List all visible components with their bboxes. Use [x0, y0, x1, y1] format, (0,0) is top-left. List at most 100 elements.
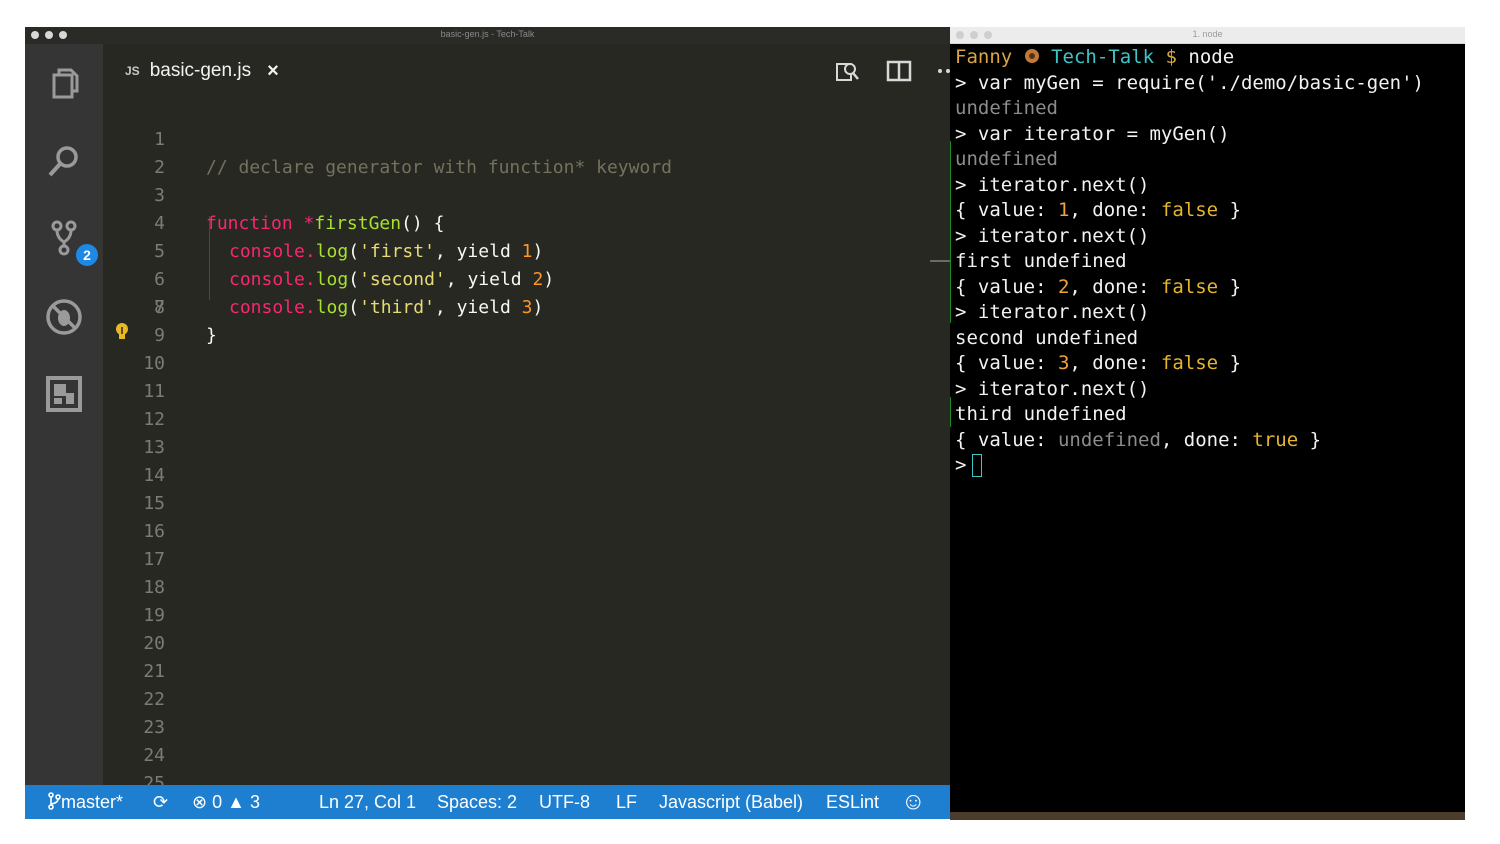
change-marker	[950, 141, 951, 323]
line-number: 12	[143, 409, 165, 430]
output-number: 1	[1057, 199, 1070, 221]
generator-star: *	[292, 213, 315, 234]
terminal-line: { value: 1, done: false }	[955, 198, 1460, 224]
code-text: , yield	[445, 269, 533, 290]
output-boolean: false	[1160, 352, 1219, 374]
output-text: { value:	[955, 352, 1058, 374]
prompt-symbol: $	[1165, 46, 1177, 68]
problems-status[interactable]: ⊗ 0 ▲ 3	[192, 792, 260, 813]
punctuation: (	[348, 297, 360, 318]
terminal-line: > var myGen = require('./demo/basic-gen'…	[955, 71, 1424, 94]
vscode-titlebar: basic-gen.js - Tech-Talk	[25, 27, 950, 44]
extensions-icon[interactable]	[41, 371, 87, 417]
open-changes-icon[interactable]	[835, 58, 861, 84]
method-name: log	[315, 297, 349, 318]
sync-icon[interactable]: ⟳	[153, 792, 168, 813]
prompt-emoji-icon	[1024, 49, 1039, 63]
error-icon: ⊗	[192, 792, 208, 812]
code-line: 5 console.log('second', yield 2)	[103, 210, 554, 290]
code-text: console.log('second', yield 2)	[229, 266, 554, 294]
code-text: console.log('first', yield 1)	[229, 238, 543, 266]
identifier: console	[229, 241, 305, 262]
output-number: 2	[1057, 275, 1070, 298]
output-text: , done:	[1069, 275, 1161, 298]
code-text: }	[206, 325, 217, 346]
terminal-titlebar: 1. node	[950, 27, 1465, 44]
split-editor-icon[interactable]	[886, 58, 912, 84]
punctuation: .	[304, 297, 316, 318]
terminal-line: first undefined	[955, 250, 1127, 272]
output-boolean: false	[1160, 275, 1219, 298]
code-line: 4 console.log('first', yield 1)	[103, 182, 543, 262]
output-text: { value:	[955, 275, 1058, 298]
punctuation: () {	[401, 213, 445, 234]
string-literal: 'second'	[359, 269, 446, 290]
code-line: 2	[103, 126, 190, 178]
linter-status[interactable]: ESLint	[826, 792, 879, 813]
more-actions-icon[interactable]	[935, 58, 950, 84]
line-number: 16	[143, 521, 165, 542]
branch-status[interactable]: master*	[47, 792, 123, 813]
function-name: firstGen	[314, 213, 402, 234]
language-mode[interactable]: Javascript (Babel)	[659, 792, 803, 813]
terminal-line: > var iterator = myGen()	[955, 122, 1230, 145]
output-undefined: undefined	[1057, 428, 1161, 451]
terminal-line: third undefined	[955, 403, 1127, 425]
vscode-window: basic-gen.js - Tech-Talk 2 JS basic-gen.…	[25, 27, 950, 819]
code-line: 6 console.log('third', yield 3)	[103, 238, 543, 318]
terminal-line: > iterator.next()	[955, 173, 1150, 196]
search-icon[interactable]	[41, 139, 87, 185]
window-title: basic-gen.js - Tech-Talk	[440, 29, 535, 39]
terminal-line: { value: undefined, done: true }	[955, 428, 1460, 454]
method-name: log	[315, 269, 349, 290]
warning-icon: ▲	[227, 792, 245, 812]
number-literal: 1	[521, 241, 533, 262]
line-number: 13	[143, 437, 165, 458]
output-text: }	[1218, 352, 1242, 374]
explorer-icon[interactable]	[41, 61, 87, 107]
code-line: 1 // declare generator with function* ke…	[103, 98, 672, 178]
terminal-output[interactable]: Fanny Tech-Talk $ node > var myGen = req…	[950, 45, 1460, 479]
terminal-line: undefined	[955, 148, 1058, 170]
debug-icon[interactable]	[41, 294, 87, 340]
terminal-cursor	[972, 454, 983, 477]
line-number: 22	[143, 689, 165, 710]
terminal-input-line[interactable]: >	[955, 453, 1460, 479]
output-text: }	[1298, 428, 1322, 451]
cursor-position[interactable]: Ln 27, Col 1	[319, 792, 416, 813]
code-text: console.log('third', yield 3)	[229, 294, 543, 322]
terminal-line: second undefined	[955, 326, 1139, 349]
punctuation: .	[304, 241, 316, 262]
line-number: 8	[154, 297, 165, 318]
indentation-status[interactable]: Spaces: 2	[437, 792, 517, 813]
identifier: console	[229, 269, 305, 290]
encoding-status[interactable]: UTF-8	[539, 792, 590, 813]
feedback-smiley-icon[interactable]: ☺	[901, 788, 926, 816]
eol-status[interactable]: LF	[616, 792, 637, 813]
terminal-line: > iterator.next()	[955, 377, 1150, 400]
prompt-line: Fanny Tech-Talk $ node	[955, 45, 1460, 71]
git-branch-icon	[48, 792, 61, 810]
line-number: 9	[154, 325, 165, 346]
terminal-line: > iterator.next()	[955, 301, 1150, 323]
terminal-line: undefined	[955, 97, 1058, 119]
tab-label: basic-gen.js	[149, 60, 252, 81]
output-text: , done:	[1069, 352, 1161, 374]
code-editor[interactable]: 1 // declare generator with function* ke…	[103, 98, 950, 788]
punctuation: )	[532, 297, 544, 318]
prompt-command: node	[1188, 46, 1235, 68]
output-text: { value:	[955, 428, 1058, 451]
status-bar: master* ⟳ ⊗ 0 ▲ 3 Ln 27, Col 1 Spaces: 2…	[25, 785, 950, 819]
terminal-window: 1. node Fanny Tech-Talk $ node > var myG…	[950, 27, 1465, 819]
tab-basic-gen[interactable]: JS basic-gen.js ×	[125, 56, 279, 86]
output-text: }	[1218, 199, 1242, 221]
tab-close-icon[interactable]: ×	[267, 60, 279, 83]
code-comment: // declare generator with function* keyw…	[206, 157, 672, 178]
code-text: , yield	[434, 297, 522, 318]
number-literal: 2	[532, 269, 544, 290]
punctuation: (	[348, 269, 360, 290]
output-text: , done:	[1160, 428, 1253, 451]
tab-bar: JS basic-gen.js ×	[103, 44, 950, 96]
error-count: 0	[212, 792, 223, 812]
source-control-icon[interactable]: 2	[41, 216, 98, 266]
